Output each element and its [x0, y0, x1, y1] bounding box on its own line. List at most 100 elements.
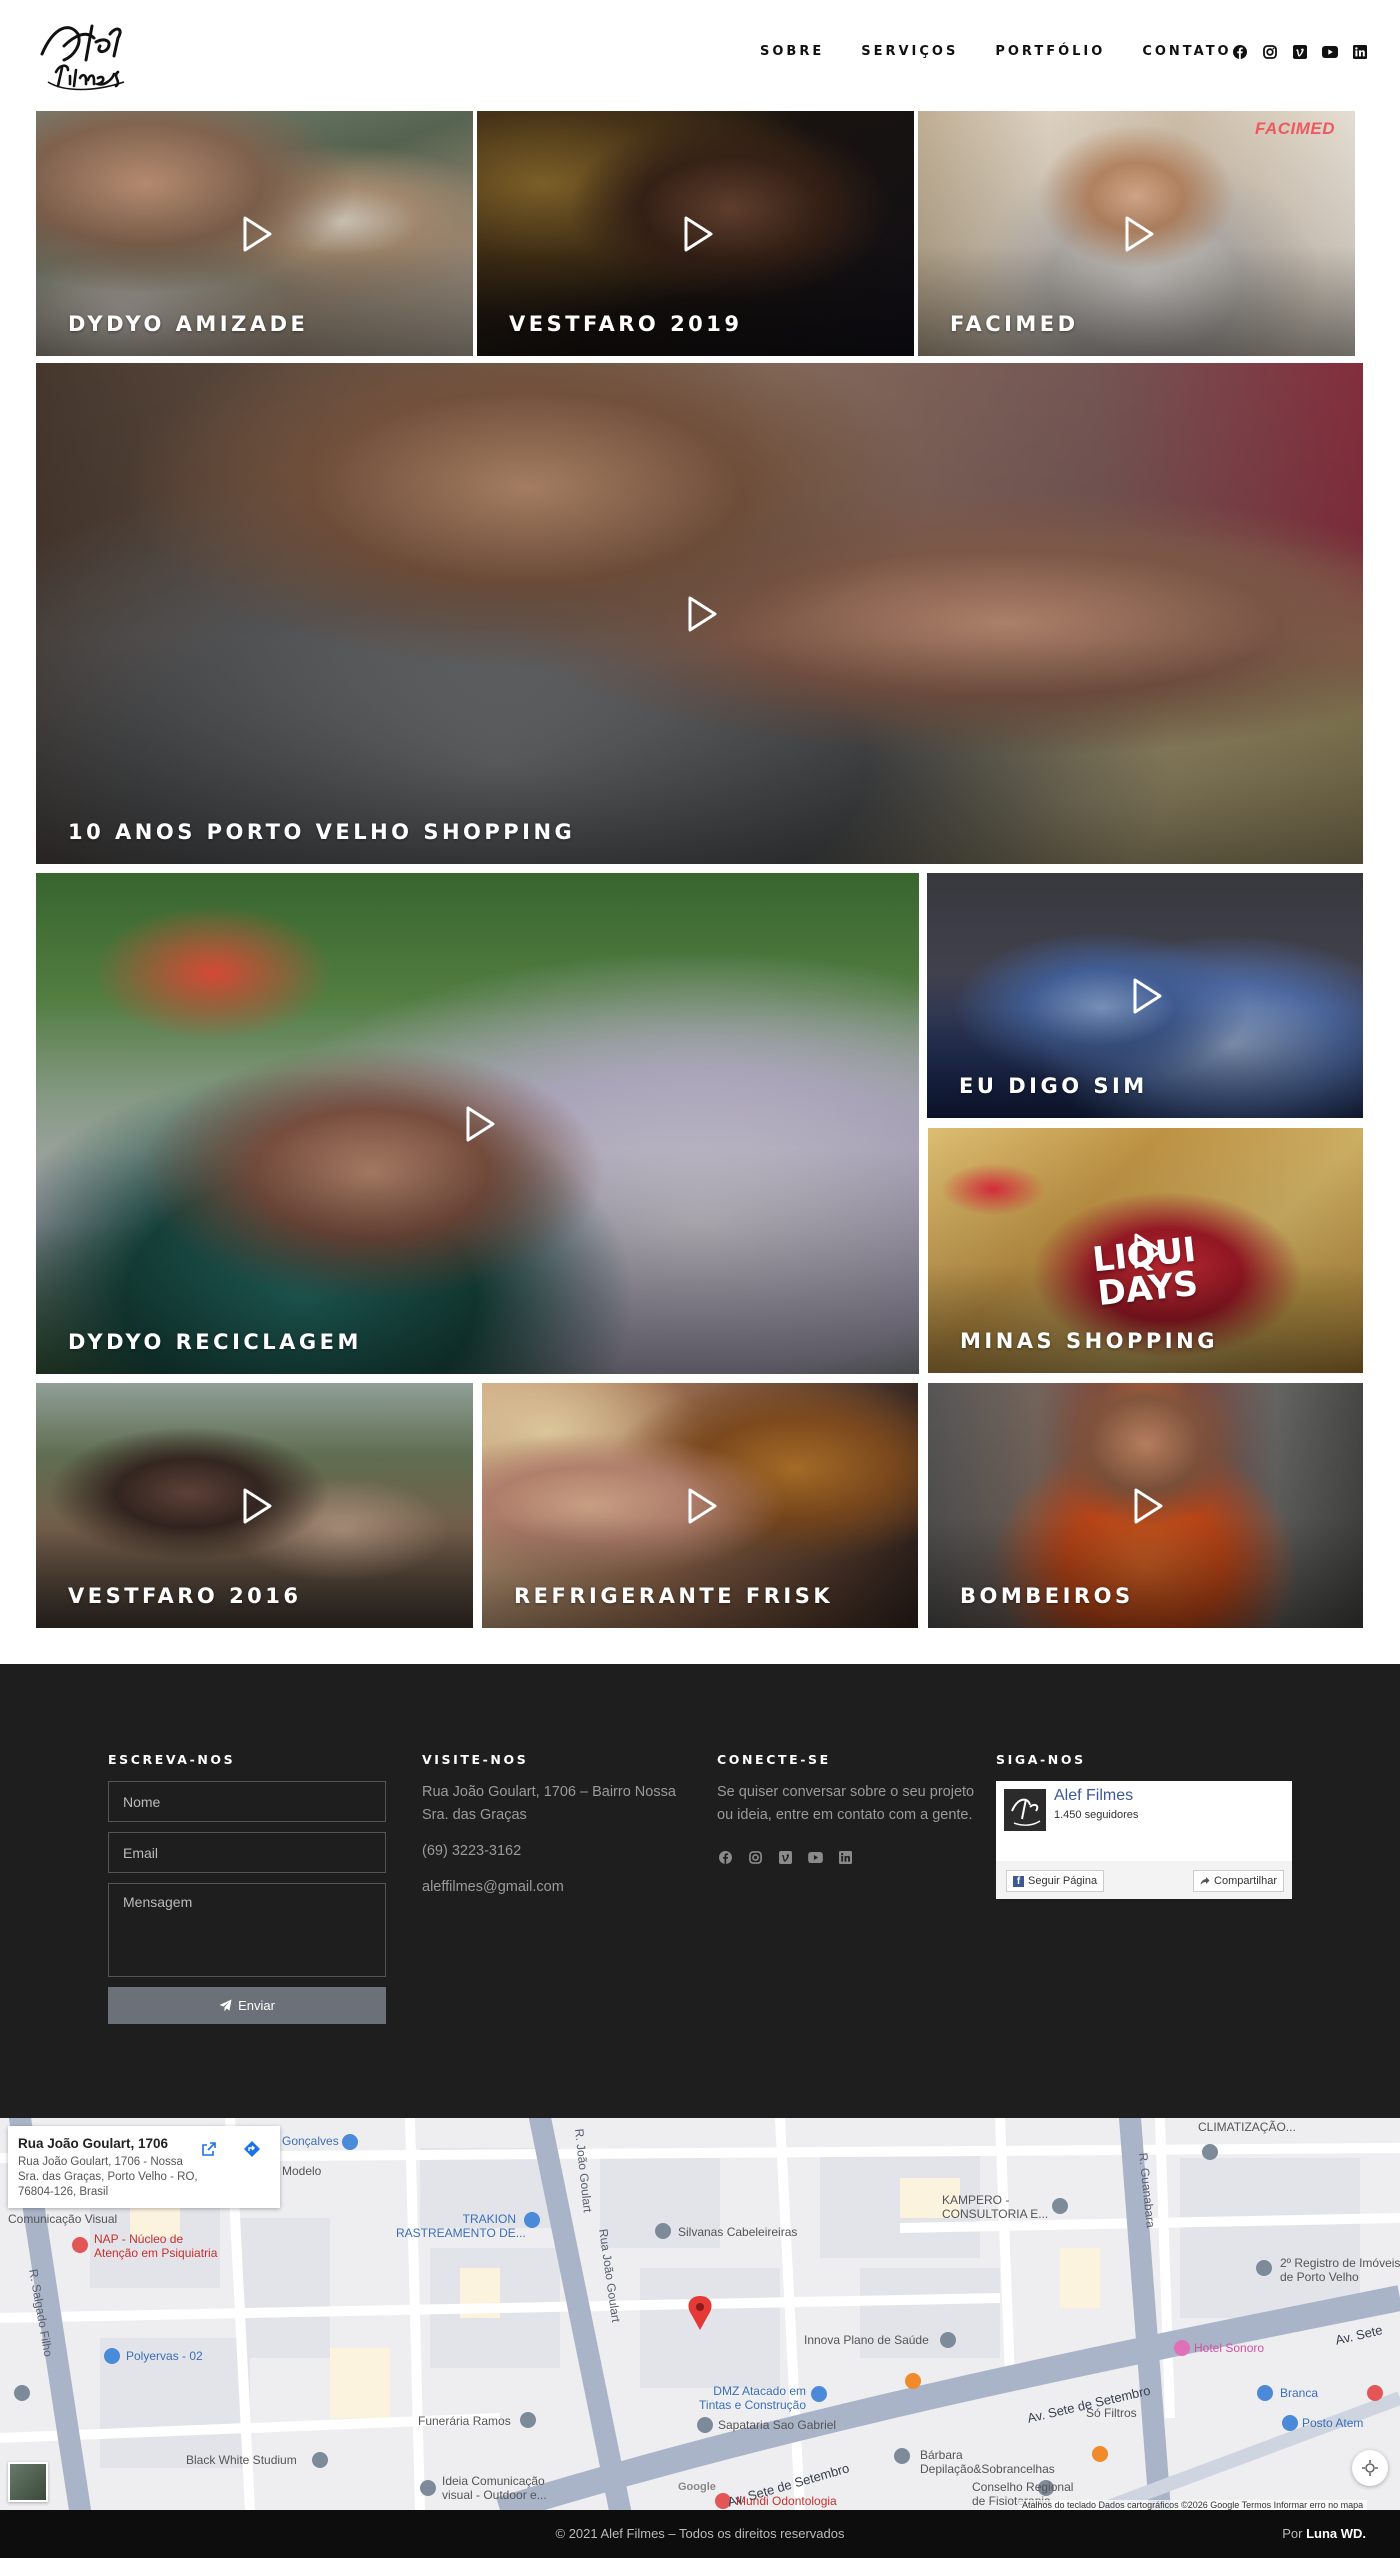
- google-logo: Google: [678, 2481, 716, 2493]
- tile-title: VESTFARO 2019: [509, 312, 743, 336]
- play-icon[interactable]: [1123, 1483, 1169, 1529]
- facebook-icon[interactable]: [1232, 44, 1248, 60]
- portfolio-tile-10-anos-porto-velho-shopping[interactable]: 10 ANOS PORTO VELHO SHOPPING: [36, 363, 1363, 864]
- portfolio-tile-vestfaro-2016[interactable]: VESTFARO 2016: [36, 1383, 473, 1628]
- follow-section: SIGA-NOS Alef Filmes 1.450 seguidores f …: [996, 1752, 1292, 1899]
- map-label: Bárbara Depilação&Sobrancelhas: [920, 2448, 1055, 2476]
- nav-portfolio[interactable]: PORTFÓLIO: [995, 44, 1105, 59]
- nav-servicos[interactable]: SERVIÇOS: [861, 44, 958, 59]
- section-heading: ESCREVA-NOS: [108, 1752, 236, 1767]
- send-button[interactable]: Enviar: [108, 1987, 386, 2024]
- map-label: DMZ Atacado em Tintas e Construção: [699, 2384, 806, 2412]
- play-icon[interactable]: [677, 1483, 723, 1529]
- tile-title: REFRIGERANTE FRISK: [514, 1584, 834, 1608]
- instagram-icon[interactable]: [1262, 44, 1278, 60]
- tile-title: VESTFARO 2016: [68, 1584, 302, 1608]
- play-icon[interactable]: [1114, 211, 1160, 257]
- tile-title: DYDYO AMIZADE: [68, 312, 309, 336]
- page-name-link[interactable]: Alef Filmes: [1054, 1787, 1133, 1805]
- message-textarea[interactable]: Mensagem: [108, 1883, 386, 1977]
- email-link[interactable]: aleffilmes@gmail.com: [422, 1876, 684, 1899]
- portfolio-tile-dydyo-reciclagem[interactable]: DYDYO RECICLAGEM: [36, 873, 919, 1374]
- play-icon[interactable]: [677, 591, 723, 637]
- follow-page-button[interactable]: f Seguir Página: [1006, 1870, 1105, 1892]
- map-label: Branca: [1280, 2386, 1319, 2400]
- directions-icon[interactable]: [241, 2138, 263, 2160]
- portfolio-tile-dydyo-amizade[interactable]: DYDYO AMIZADE: [36, 111, 473, 356]
- map-label: Sapataria Sao Gabriel: [718, 2418, 837, 2432]
- credit-text: Por Luna WD.: [1282, 2526, 1366, 2541]
- credit-link[interactable]: Luna WD.: [1306, 2526, 1366, 2541]
- vimeo-icon[interactable]: [777, 1849, 793, 1865]
- address-text: Rua João Goulart, 1706 – Bairro Nossa Sr…: [422, 1784, 676, 1823]
- map-label: Comunicação Visual: [8, 2212, 118, 2226]
- map-label: CLIMATIZAÇÃO...: [1198, 2120, 1296, 2134]
- alef-filmes-logo[interactable]: [34, 16, 130, 94]
- portfolio-tile-bombeiros[interactable]: BOMBEIROS: [928, 1383, 1363, 1628]
- name-input[interactable]: Nome: [108, 1781, 386, 1822]
- site-header: SOBRE SERVIÇOS PORTFÓLIO CONTATO: [0, 0, 1400, 110]
- facebook-icon[interactable]: [717, 1849, 733, 1865]
- main-nav: SOBRE SERVIÇOS PORTFÓLIO CONTATO: [760, 44, 1232, 59]
- play-icon[interactable]: [1123, 1228, 1169, 1274]
- fullscreen-button[interactable]: [1352, 2450, 1388, 2486]
- facimed-logo: FACIMED: [1255, 119, 1335, 138]
- header-social-links: [1232, 44, 1368, 60]
- map-label: Silvanas Cabeleireiras: [678, 2225, 798, 2239]
- instagram-icon[interactable]: [747, 1849, 763, 1865]
- connect-text: Se quiser conversar sobre o seu projeto …: [717, 1784, 975, 1823]
- copyright-text: © 2021 Alef Filmes – Todos os direitos r…: [555, 2526, 845, 2541]
- portfolio-tile-facimed[interactable]: FACIMED FACIMED: [918, 111, 1355, 356]
- play-icon[interactable]: [232, 211, 278, 257]
- map-thumbnail[interactable]: [8, 2462, 48, 2502]
- share-icon: [1200, 1877, 1210, 1885]
- map-label: 2º Registro de Imóveis de Porto Velho: [1280, 2256, 1400, 2284]
- site-footer: ESCREVA-NOS Nome Email Mensagem Enviar V…: [0, 1664, 1400, 2118]
- portfolio-tile-eu-digo-sim[interactable]: EU DIGO SIM: [927, 873, 1363, 1118]
- paper-plane-icon: [219, 1999, 232, 2012]
- visit-section: VISITE-NOS Rua João Goulart, 1706 – Bair…: [422, 1752, 684, 1899]
- map-label: Ideia Comunicação visual - Outdoor e...: [442, 2474, 547, 2502]
- vimeo-icon[interactable]: [1292, 44, 1308, 60]
- nav-sobre[interactable]: SOBRE: [760, 44, 824, 59]
- open-in-maps-icon[interactable]: [198, 2138, 220, 2160]
- email-input[interactable]: Email: [108, 1832, 386, 1873]
- map-label: Posto Atem: [1302, 2416, 1364, 2430]
- play-icon[interactable]: [455, 1101, 501, 1147]
- youtube-icon[interactable]: [1322, 44, 1338, 60]
- page: SOBRE SERVIÇOS PORTFÓLIO CONTATO DYDYO A…: [0, 0, 1400, 2558]
- map-label: Black White Studium: [186, 2453, 297, 2467]
- tile-title: FACIMED: [950, 312, 1079, 336]
- portfolio-tile-refrigerante-frisk[interactable]: REFRIGERANTE FRISK: [482, 1383, 918, 1628]
- map-card-title: Rua João Goulart, 1706: [18, 2136, 169, 2151]
- share-button[interactable]: Compartilhar: [1193, 1870, 1284, 1892]
- connect-section: CONECTE-SE Se quiser conversar sobre o s…: [717, 1752, 981, 1865]
- map-attribution[interactable]: Atalhos do teclado Dados cartográficos ©…: [1018, 2500, 1368, 2510]
- map-label: Innova Plano de Saúde: [804, 2333, 929, 2347]
- portfolio-tile-vestfaro-2019[interactable]: VESTFARO 2019: [477, 111, 914, 356]
- section-heading: SIGA-NOS: [996, 1752, 1086, 1767]
- map-label: Polyervas - 02: [126, 2349, 203, 2363]
- portfolio-tile-minas-shopping[interactable]: LIQUI DAYS MINAS SHOPPING: [928, 1128, 1363, 1373]
- followers-count: 1.450 seguidores: [1054, 1809, 1139, 1821]
- play-icon[interactable]: [232, 1483, 278, 1529]
- map-label: Funerária Ramos: [418, 2414, 511, 2428]
- map-label: Modelo: [282, 2164, 322, 2178]
- fullscreen-icon: [1362, 2460, 1378, 2476]
- nav-contato[interactable]: CONTATO: [1142, 44, 1231, 59]
- map-card-address: Rua João Goulart, 1706 - Nossa Sra. das …: [18, 2156, 198, 2198]
- tile-title: MINAS SHOPPING: [960, 1329, 1218, 1353]
- phone-text: (69) 3223-3162: [422, 1843, 522, 1859]
- send-label: Enviar: [238, 1998, 275, 2013]
- page-avatar[interactable]: [1004, 1789, 1046, 1831]
- play-icon[interactable]: [673, 211, 719, 257]
- map-label: KAMPERO - CONSULTORIA E...: [942, 2193, 1049, 2221]
- youtube-icon[interactable]: [807, 1849, 823, 1865]
- map-label: Hotel Sonoro: [1194, 2341, 1265, 2355]
- play-icon[interactable]: [1122, 973, 1168, 1019]
- linkedin-icon[interactable]: [1352, 44, 1368, 60]
- section-heading: VISITE-NOS: [422, 1752, 529, 1767]
- tile-title: EU DIGO SIM: [959, 1074, 1148, 1098]
- facebook-page-widget: Alef Filmes 1.450 seguidores f Seguir Pá…: [996, 1781, 1292, 1899]
- linkedin-icon[interactable]: [837, 1849, 853, 1865]
